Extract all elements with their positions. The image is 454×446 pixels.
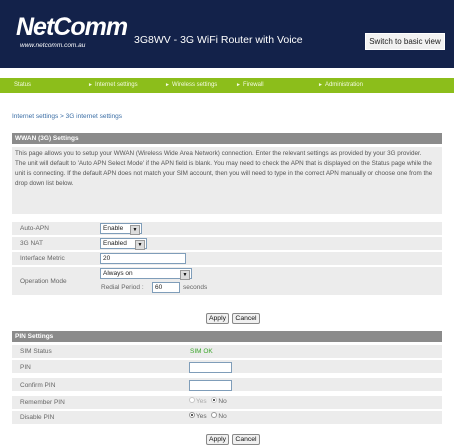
nav-item-administration[interactable]: ► Administration (318, 78, 363, 93)
redial-period-label: Redial Period : (101, 284, 144, 291)
description-paragraph: This page allows you to setup your WWAN … (15, 150, 422, 157)
confirm-pin-input[interactable] (189, 380, 232, 391)
auto-apn-select[interactable]: Enable ▼ (100, 223, 142, 235)
operation-mode-select[interactable]: Always on ▼ (100, 268, 192, 280)
redial-unit: seconds (183, 284, 208, 291)
operation-mode-label: Operation Mode (20, 278, 67, 285)
radio-label: Yes (196, 398, 207, 405)
sim-status-value: SIM OK (190, 348, 213, 355)
interface-metric-input[interactable]: 20 (100, 253, 186, 264)
operation-mode-value: Always on (103, 270, 133, 277)
disable-pin-row: Disable PIN Yes No (12, 411, 442, 424)
nav-item-label: Internet settings (94, 82, 138, 88)
nav-item-firewall[interactable]: ► Firewall (236, 78, 264, 93)
arrow-right-icon: ► (88, 82, 93, 88)
main-nav: Status ► Internet settings ► Wireless sett… (0, 78, 454, 93)
pin-row: PIN (12, 360, 442, 373)
radio-label: No (218, 398, 227, 405)
radio-label: Yes (196, 413, 207, 420)
interface-metric-label: Interface Metric (20, 255, 65, 262)
confirm-pin-row: Confirm PIN (12, 378, 442, 391)
pin-input[interactable] (189, 362, 232, 373)
redial-period-input[interactable]: 60 (152, 282, 180, 293)
logo-url: www.netcomm.com.au (20, 42, 86, 49)
divider (12, 409, 442, 410)
operation-mode-row: Operation Mode Always on ▼ Redial Period… (12, 267, 442, 295)
chevron-down-icon: ▼ (135, 240, 145, 250)
arrow-right-icon: ► (165, 82, 170, 88)
pin-label: PIN (20, 364, 31, 371)
nav-item-wireless-settings[interactable]: ► Wireless settings (165, 78, 217, 93)
nav-item-internet-settings[interactable]: ► Internet settings (88, 78, 138, 93)
nav-item-label: Status (14, 82, 32, 88)
switch-to-basic-view-button[interactable]: Switch to basic view (365, 33, 445, 50)
wwan-settings-heading: WWAN (3G) Settings (12, 133, 442, 144)
breadcrumb[interactable]: Internet settings > 3G internet settings (12, 113, 122, 120)
nat-select[interactable]: Enabled ▼ (100, 238, 147, 250)
remember-pin-options: Yes No (189, 397, 230, 405)
arrow-right-icon: ► (236, 82, 241, 88)
remember-pin-yes-radio[interactable] (189, 397, 195, 404)
nat-label: 3G NAT (20, 240, 43, 247)
wwan-cancel-button[interactable]: Cancel (232, 313, 260, 324)
nav-item-label: Firewall (242, 82, 264, 88)
divider (12, 235, 442, 236)
nav-item-label: Wireless settings (171, 82, 218, 88)
chevron-down-icon: ▼ (130, 225, 140, 235)
auto-apn-row: Auto-APN Enable ▼ (12, 222, 442, 235)
wwan-apply-button[interactable]: Apply (206, 313, 229, 324)
divider (12, 394, 442, 395)
divider (12, 265, 442, 266)
nav-item-label: Administration (324, 82, 363, 88)
remember-pin-no-radio[interactable] (211, 397, 218, 404)
radio-label: No (218, 413, 227, 420)
remember-pin-row: Remember PIN Yes No (12, 396, 442, 409)
description-paragraph: The unit will default to 'Auto APN Selec… (15, 160, 433, 187)
nav-item-status[interactable]: Status (14, 78, 31, 93)
header-bar: NetComm www.netcomm.com.au 3G8WV - 3G Wi… (0, 0, 454, 68)
disable-pin-label: Disable PIN (20, 414, 55, 421)
auto-apn-label: Auto-APN (20, 225, 49, 232)
divider (12, 250, 442, 251)
nat-value: Enabled (103, 240, 127, 247)
netcomm-logo: NetComm (16, 13, 128, 41)
nat-row: 3G NAT Enabled ▼ (12, 237, 442, 250)
divider (12, 358, 442, 359)
arrow-right-icon: ► (318, 82, 323, 88)
confirm-pin-label: Confirm PIN (20, 382, 56, 389)
pin-apply-button[interactable]: Apply (206, 434, 229, 445)
chevron-down-icon: ▼ (180, 270, 190, 280)
interface-metric-row: Interface Metric 20 (12, 252, 442, 265)
sim-status-label: SIM Status (20, 348, 52, 355)
disable-pin-no-radio[interactable] (211, 412, 218, 419)
pin-settings-heading: PIN Settings (12, 331, 442, 342)
product-title: 3G8WV - 3G WiFi Router with Voice (134, 34, 303, 46)
disable-pin-options: Yes No (189, 412, 230, 420)
divider (12, 376, 442, 377)
pin-cancel-button[interactable]: Cancel (232, 434, 260, 445)
disable-pin-yes-radio[interactable] (189, 412, 195, 419)
auto-apn-value: Enable (103, 225, 124, 232)
wwan-description: This page allows you to setup your WWAN … (12, 147, 442, 214)
sim-status-row: SIM Status SIM OK (12, 345, 442, 358)
remember-pin-label: Remember PIN (20, 399, 65, 406)
